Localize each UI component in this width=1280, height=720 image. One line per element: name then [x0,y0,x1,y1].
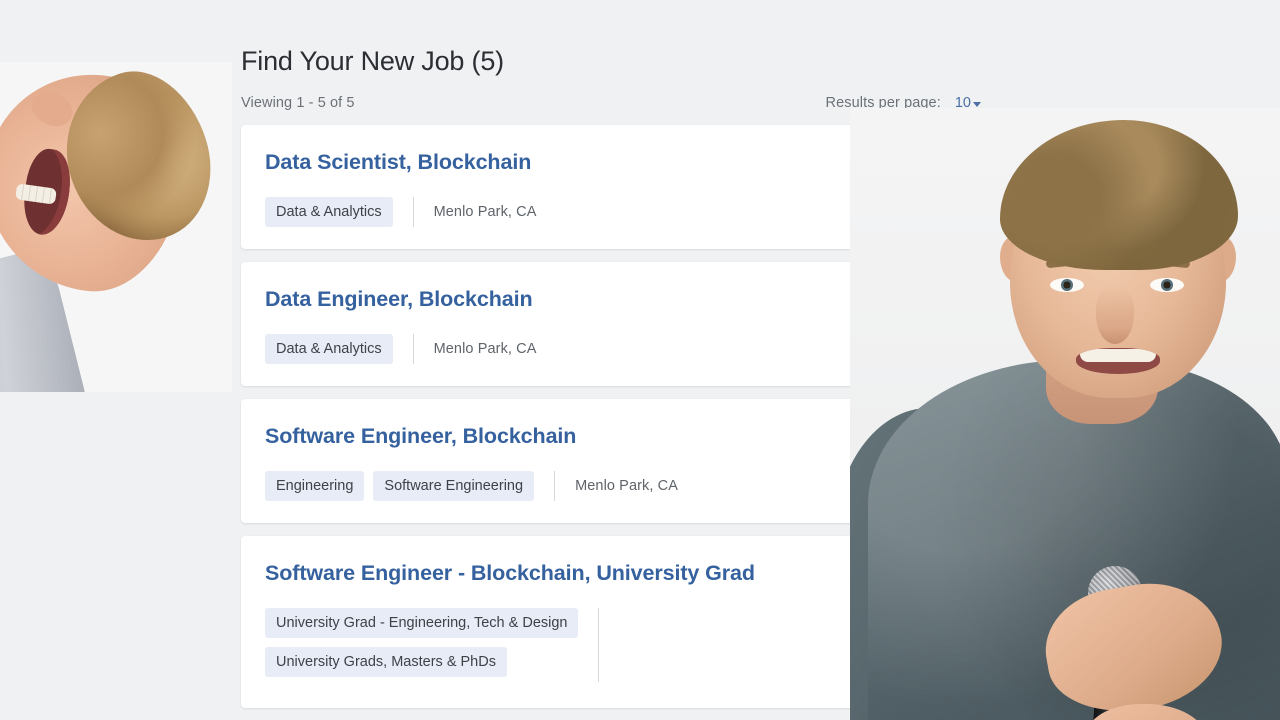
job-card[interactable]: Data Engineer, Blockchain Data & Analyti… [241,262,981,386]
right-photo-ear [1206,236,1236,282]
page-title: Find Your New Job (5) [241,0,981,78]
left-overlay-photo [0,62,232,392]
right-photo-eye [1150,278,1184,292]
chevron-right-icon[interactable]: › [927,125,951,249]
results-per-page-dropdown[interactable]: 10 [955,95,981,111]
job-tag-row: Data & Analytics [265,197,393,227]
job-location: Menlo Park, CA [434,334,537,364]
job-tag-row: University Grads, Masters & PhDs [265,647,507,677]
job-meta: Data & Analytics Menlo Park, CA [265,197,953,227]
job-meta: University Grad - Engineering, Tech & De… [265,608,953,682]
job-tag[interactable]: Software Engineering [373,471,534,501]
results-per-page-value: 10 [955,95,971,111]
right-photo-eyebrow [1146,256,1191,269]
chevron-right-icon[interactable]: › [927,536,951,708]
left-photo-teeth [15,183,57,204]
left-photo-face [0,64,193,299]
chevron-right-glyph: › [935,314,943,334]
job-tag[interactable]: University Grad - Engineering, Tech & De… [265,608,578,638]
right-photo-mouth [1076,348,1160,374]
job-meta: Engineering Software Engineering Menlo P… [265,471,953,501]
microphone-icon [1091,607,1131,720]
right-photo-face [1010,146,1226,398]
job-location: Menlo Park, CA [434,197,537,227]
left-photo-eye [93,137,106,154]
job-tag-list: Data & Analytics [265,334,393,364]
job-tag-row: Data & Analytics [265,334,393,364]
results-per-page-label: Results per page: [826,95,941,111]
right-photo-nose [1096,286,1134,344]
right-photo-eye [1050,278,1084,292]
job-tag[interactable]: Data & Analytics [265,334,393,364]
meta-divider [598,608,599,682]
right-photo-hand [1086,704,1206,720]
job-tag-row: University Grad - Engineering, Tech & De… [265,608,578,638]
job-title[interactable]: Software Engineer, Blockchain [265,423,953,450]
chevron-right-icon[interactable]: › [927,399,951,523]
left-photo-ear [26,85,78,134]
job-tag-list: Data & Analytics [265,197,393,227]
job-card[interactable]: Data Scientist, Blockchain Data & Analyt… [241,125,981,249]
job-tag-list: University Grad - Engineering, Tech & De… [265,608,578,677]
right-photo-ear [1000,236,1030,282]
job-card[interactable]: Software Engineer - Blockchain, Universi… [241,536,981,708]
job-card[interactable]: Software Engineer, Blockchain Engineerin… [241,399,981,523]
viewing-count-text: Viewing 1 - 5 of 5 [241,95,355,111]
left-photo-shirt [0,246,92,392]
chevron-right-glyph: › [935,451,943,471]
right-photo-eyebrow [1046,256,1091,269]
meta-divider [413,334,414,364]
job-title[interactable]: Software Engineer - Blockchain, Universi… [265,560,953,587]
results-container: Find Your New Job (5) Viewing 1 - 5 of 5… [241,0,981,720]
job-title[interactable]: Data Engineer, Blockchain [265,286,953,313]
right-photo-hand [1037,572,1232,720]
chevron-right-icon[interactable]: › [927,262,951,386]
chevron-down-icon [973,102,981,107]
job-title[interactable]: Data Scientist, Blockchain [265,149,953,176]
job-meta: Data & Analytics Menlo Park, CA [265,334,953,364]
left-photo-hair [45,62,231,259]
results-meta-row: Viewing 1 - 5 of 5 Results per page: 10 [241,93,981,113]
right-photo-hair [1000,120,1238,270]
job-tag-list: Engineering Software Engineering [265,471,534,501]
job-tag[interactable]: University Grads, Masters & PhDs [265,647,507,677]
meta-divider [413,197,414,227]
chevron-right-glyph: › [935,177,943,197]
left-photo-canvas [0,62,232,392]
microphone-head [1088,566,1142,620]
left-photo-mouth [19,146,75,237]
job-tag[interactable]: Engineering [265,471,364,501]
job-tag[interactable]: Data & Analytics [265,197,393,227]
left-photo-eye [91,191,104,208]
job-search-page: Find Your New Job (5) Viewing 1 - 5 of 5… [0,0,1280,720]
results-per-page-control[interactable]: Results per page: 10 [826,95,982,111]
meta-divider [554,471,555,501]
job-location: Menlo Park, CA [575,471,678,501]
job-tag-row: Engineering Software Engineering [265,471,534,501]
right-photo-neck [1046,334,1158,424]
chevron-right-glyph: › [935,612,943,632]
